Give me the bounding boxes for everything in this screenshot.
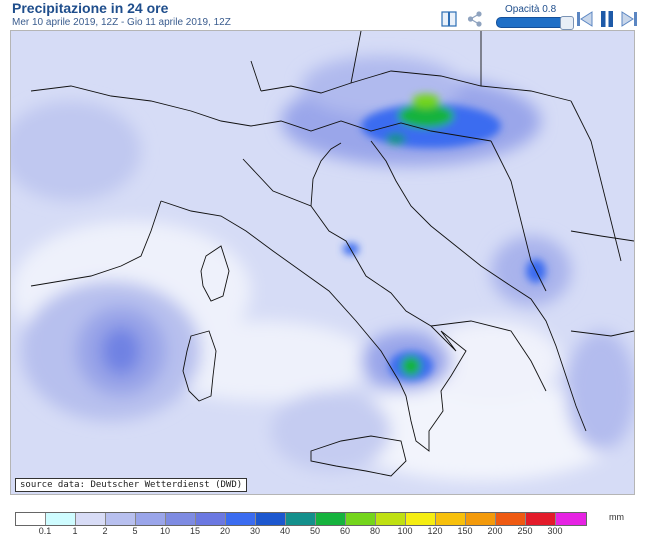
header: Precipitazione in 24 ore Mer 10 aprile 2…: [0, 0, 650, 30]
legend-label: 120: [427, 526, 443, 536]
legend-swatch: [106, 513, 136, 525]
legend-swatch: [166, 513, 196, 525]
precipitation-legend: 0.1 1 2 5 10 15 20 30 40 50 60 80 100 120 150 200 250 300…: [15, 512, 635, 542]
legend-swatch: [76, 513, 106, 525]
legend-label: 0.1: [38, 526, 52, 536]
opacity-slider[interactable]: [496, 16, 574, 30]
legend-swatch: [526, 513, 556, 525]
legend-label: 50: [309, 526, 320, 536]
legend-label: 30: [249, 526, 260, 536]
legend-label: 20: [219, 526, 230, 536]
legend-label: 10: [159, 526, 170, 536]
legend-label: 1: [72, 526, 78, 536]
legend-swatch: [406, 513, 436, 525]
legend-unit: mm: [609, 512, 624, 522]
legend-label: 80: [369, 526, 380, 536]
legend-swatch: [16, 513, 46, 525]
legend-swatch: [256, 513, 286, 525]
legend-swatch: [136, 513, 166, 525]
legend-swatch: [496, 513, 526, 525]
legend-label: 60: [339, 526, 350, 536]
book-icon[interactable]: [440, 10, 458, 28]
page-title: Precipitazione in 24 ore: [12, 0, 169, 16]
pause-icon[interactable]: [598, 10, 616, 28]
precipitation-map[interactable]: source data: Deutscher Wetterdienst (DWD…: [10, 30, 635, 495]
legend-label: 100: [397, 526, 413, 536]
legend-label: 15: [189, 526, 200, 536]
forecast-period: Mer 10 aprile 2019, 12Z - Gio 11 aprile …: [12, 17, 231, 28]
legend-swatch: [466, 513, 496, 525]
legend-swatch: [46, 513, 76, 525]
legend-label: 200: [487, 526, 503, 536]
legend-label: 300: [547, 526, 563, 536]
source-label: source data: Deutscher Wetterdienst (DWD…: [15, 478, 248, 492]
map-canvas: [11, 31, 634, 494]
step-back-icon[interactable]: [576, 10, 594, 28]
legend-swatch: [436, 513, 466, 525]
legend-color-bar: [15, 512, 587, 526]
legend-swatch: [376, 513, 406, 525]
legend-swatch: [226, 513, 256, 525]
legend-swatch: [286, 513, 316, 525]
legend-swatch: [556, 513, 586, 525]
opacity-slider-handle[interactable]: [560, 16, 574, 30]
legend-label: 250: [517, 526, 533, 536]
legend-label: 40: [279, 526, 290, 536]
legend-swatch: [346, 513, 376, 525]
step-forward-icon[interactable]: [620, 10, 638, 28]
toolbar: Opacità 0.8: [420, 2, 650, 30]
legend-label: 150: [457, 526, 473, 536]
legend-label: 5: [132, 526, 138, 536]
legend-swatch: [196, 513, 226, 525]
legend-label: 2: [102, 526, 108, 536]
legend-swatch: [316, 513, 346, 525]
share-icon[interactable]: [466, 10, 484, 28]
opacity-label: Opacità 0.8: [505, 4, 557, 15]
